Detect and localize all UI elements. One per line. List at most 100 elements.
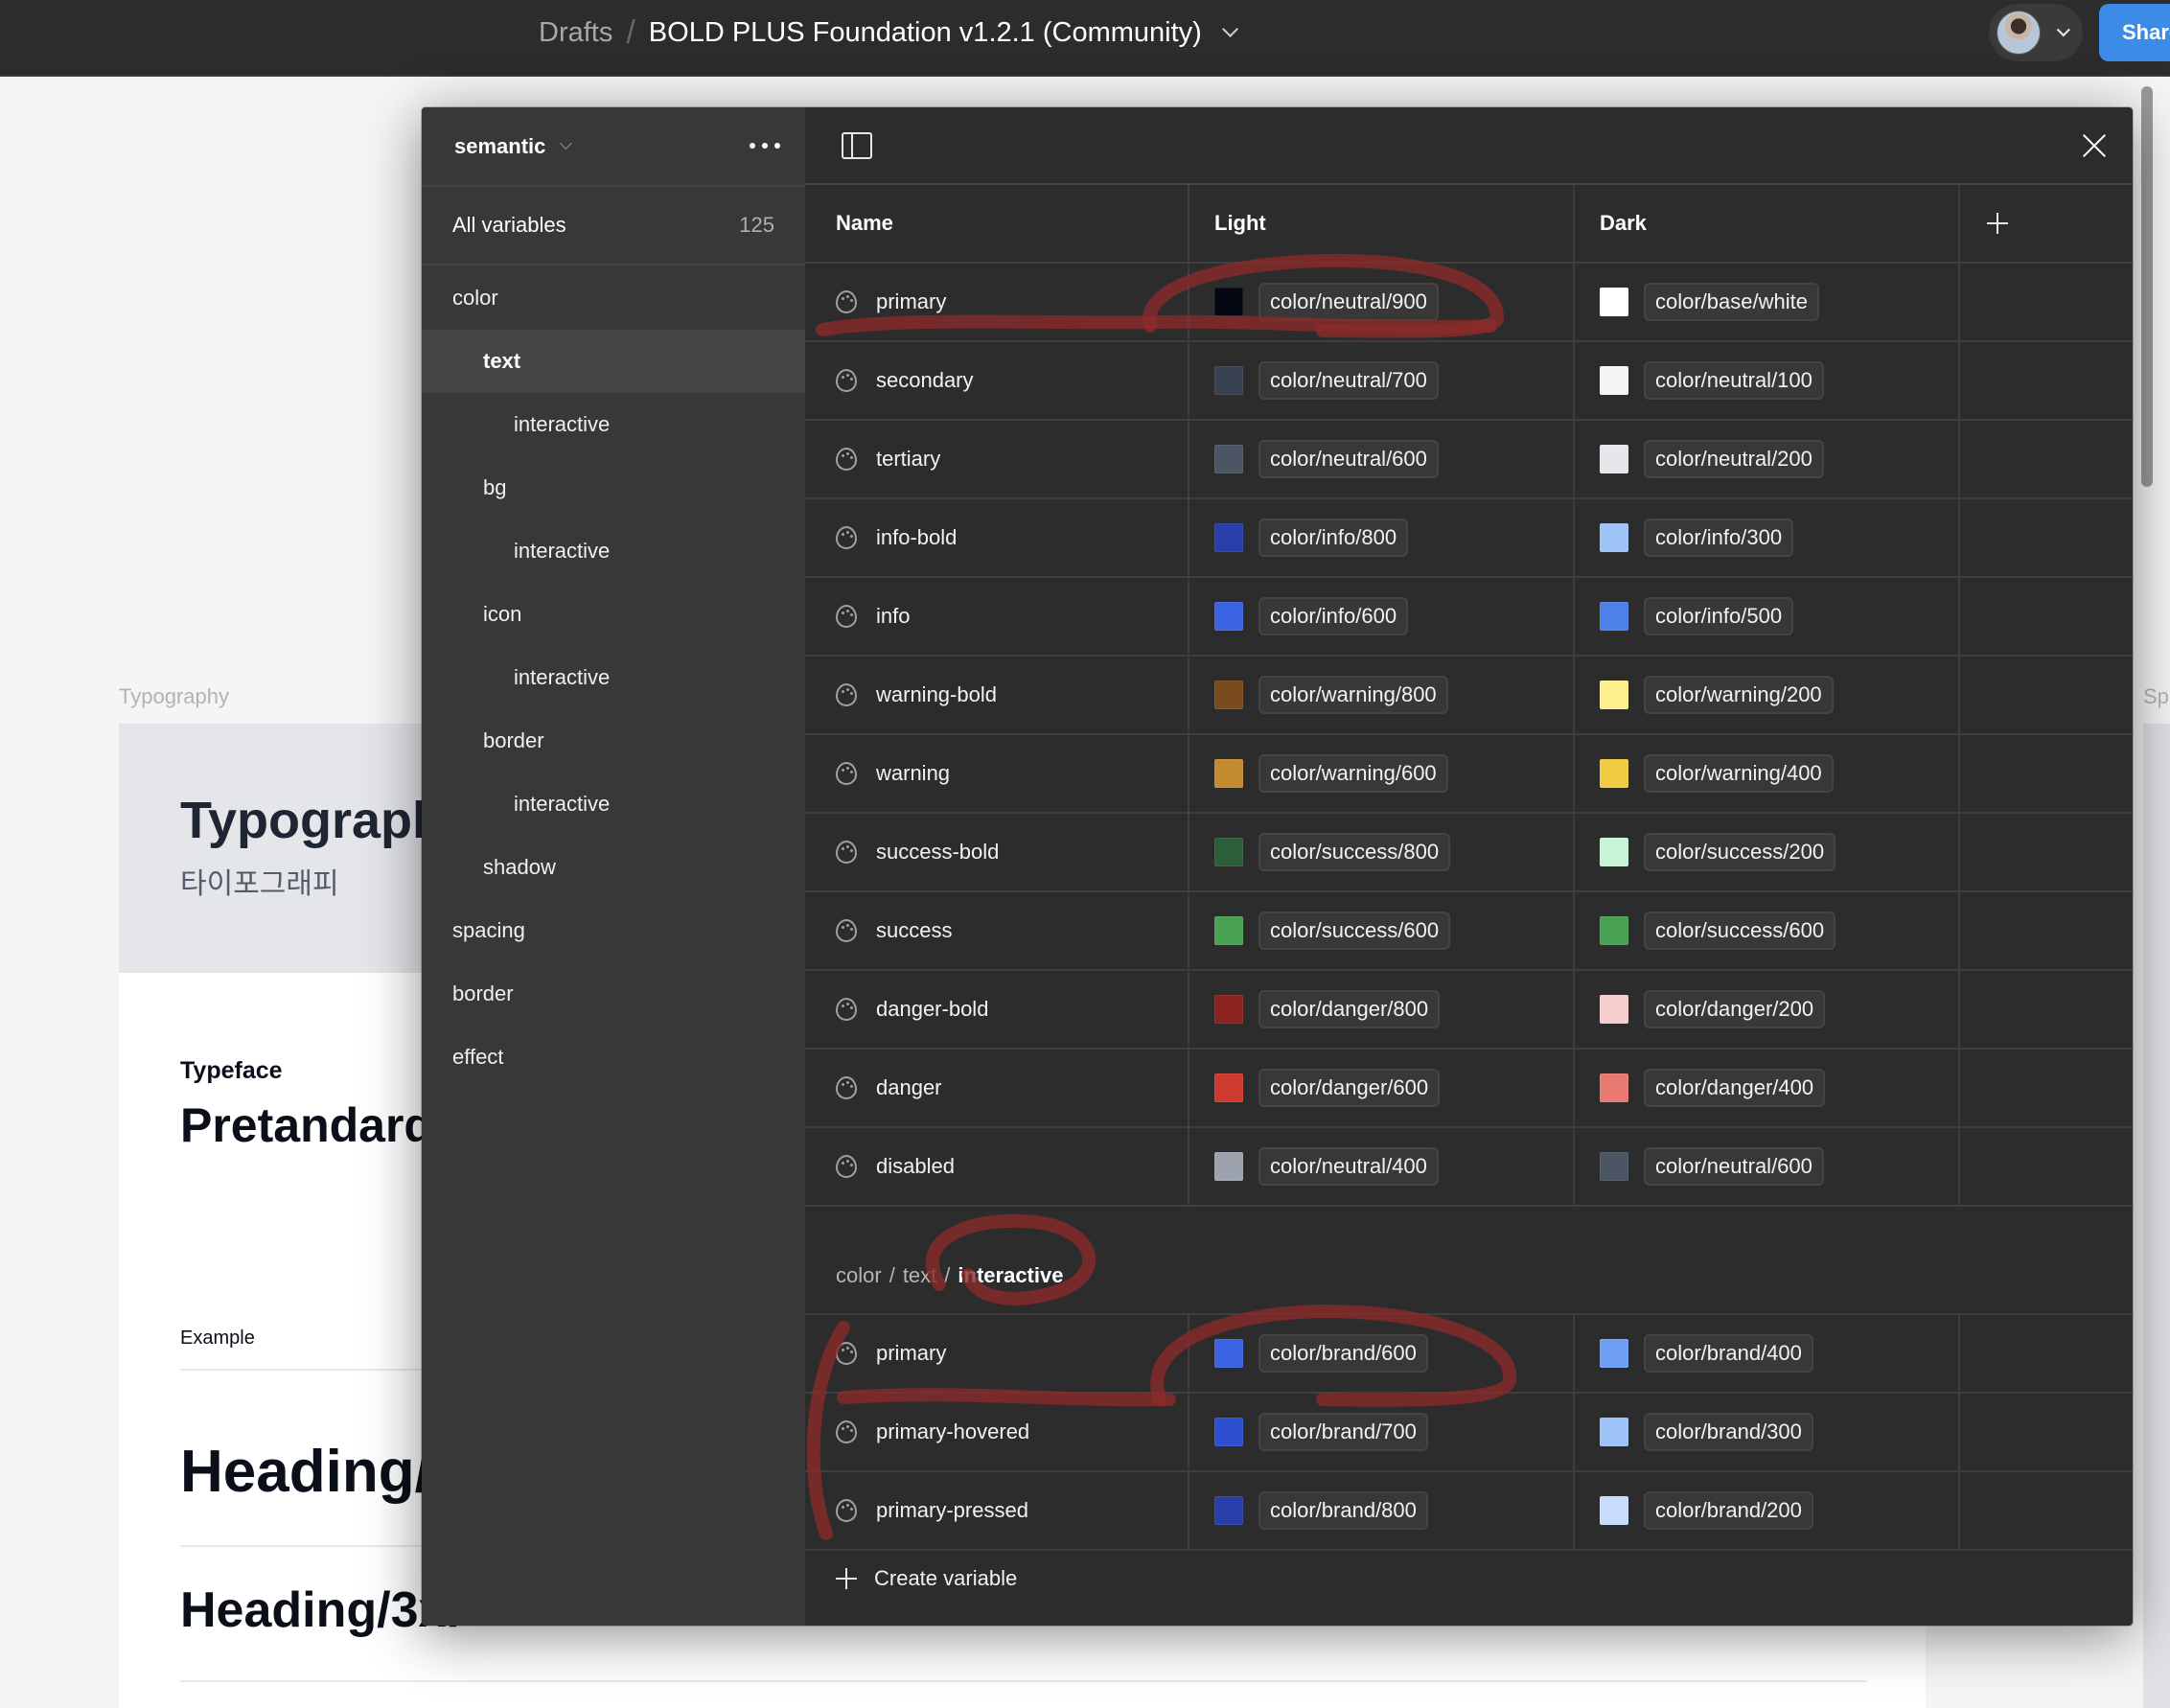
variable-name-cell[interactable]: warning (805, 735, 1189, 812)
variable-row[interactable]: tertiary color/neutral/600 color/neutral/2… (805, 421, 2133, 499)
alias-chip[interactable]: color/neutral/200 (1644, 440, 1824, 478)
alias-chip[interactable]: color/danger/400 (1644, 1069, 1826, 1107)
sidebar-toggle-icon[interactable] (842, 132, 872, 159)
light-value-cell[interactable]: color/neutral/400 (1189, 1128, 1575, 1205)
dark-value-cell[interactable]: color/success/200 (1575, 814, 1960, 890)
variable-name[interactable]: primary-hovered (876, 1419, 1029, 1444)
group-header-part[interactable]: text (903, 1263, 936, 1288)
variable-name-cell[interactable]: primary (805, 264, 1189, 340)
variable-row[interactable]: warning color/warning/600 color/warning/40… (805, 735, 2133, 814)
light-value-cell[interactable]: color/neutral/600 (1189, 421, 1575, 497)
alias-chip[interactable]: color/warning/600 (1258, 754, 1448, 793)
color-swatch[interactable] (1214, 1418, 1243, 1446)
color-swatch[interactable] (1214, 1152, 1243, 1181)
color-swatch[interactable] (1214, 995, 1243, 1024)
tree-item-interactive[interactable]: interactive (422, 519, 805, 583)
variable-row[interactable]: disabled color/neutral/400 color/neutral/6… (805, 1128, 2133, 1207)
color-swatch[interactable] (1600, 995, 1628, 1024)
breadcrumb-drafts-link[interactable]: Drafts (539, 17, 612, 49)
variable-row[interactable]: warning-bold color/warning/800 color/warni… (805, 657, 2133, 735)
dark-value-cell[interactable]: color/brand/300 (1575, 1394, 1960, 1470)
alias-chip[interactable]: color/neutral/600 (1258, 440, 1439, 478)
column-header-light[interactable]: Light (1189, 185, 1575, 262)
light-value-cell[interactable]: color/warning/600 (1189, 735, 1575, 812)
tree-item-border[interactable]: border (422, 962, 805, 1026)
canvas-scrollbar[interactable] (2141, 86, 2153, 487)
tree-item-border[interactable]: border (422, 709, 805, 773)
variable-row[interactable]: secondary color/neutral/700 color/neutral/… (805, 342, 2133, 421)
color-swatch[interactable] (1214, 1496, 1243, 1525)
dark-value-cell[interactable]: color/danger/200 (1575, 971, 1960, 1048)
alias-chip[interactable]: color/neutral/600 (1644, 1147, 1824, 1186)
variable-name-cell[interactable]: primary (805, 1315, 1189, 1392)
color-swatch[interactable] (1214, 1339, 1243, 1368)
variable-row[interactable]: info-bold color/info/800 color/info/300 (805, 499, 2133, 578)
variable-row[interactable]: primary color/neutral/900 color/base/white (805, 264, 2133, 342)
variable-name[interactable]: disabled (876, 1154, 955, 1179)
dark-value-cell[interactable]: color/info/500 (1575, 578, 1960, 655)
color-swatch[interactable] (1214, 602, 1243, 631)
tree-item-spacing[interactable]: spacing (422, 899, 805, 962)
file-title[interactable]: BOLD PLUS Foundation v1.2.1 (Community) (649, 17, 1202, 49)
variable-row[interactable]: success-bold color/success/800 color/succe… (805, 814, 2133, 892)
tree-item-text[interactable]: text (422, 330, 805, 393)
tree-item-color[interactable]: color (422, 266, 805, 330)
alias-chip[interactable]: color/warning/200 (1644, 676, 1834, 714)
alias-chip[interactable]: color/neutral/900 (1258, 283, 1439, 321)
variable-name-cell[interactable]: warning-bold (805, 657, 1189, 733)
alias-chip[interactable]: color/success/200 (1644, 833, 1836, 871)
color-swatch[interactable] (1600, 1073, 1628, 1102)
account-menu-button[interactable] (1989, 4, 2083, 61)
light-value-cell[interactable]: color/warning/800 (1189, 657, 1575, 733)
color-swatch[interactable] (1214, 838, 1243, 866)
alias-chip[interactable]: color/warning/400 (1644, 754, 1834, 793)
variable-name-cell[interactable]: info-bold (805, 499, 1189, 576)
color-swatch[interactable] (1214, 916, 1243, 945)
more-options-button[interactable] (746, 134, 784, 157)
variable-row[interactable]: danger-bold color/danger/800 color/danger/… (805, 971, 2133, 1050)
dark-value-cell[interactable]: color/neutral/200 (1575, 421, 1960, 497)
variable-name-cell[interactable]: info (805, 578, 1189, 655)
chevron-down-icon[interactable] (1221, 20, 1238, 37)
alias-chip[interactable]: color/warning/800 (1258, 676, 1448, 714)
color-swatch[interactable] (1600, 759, 1628, 788)
variable-row[interactable]: success color/success/600 color/success/60… (805, 892, 2133, 971)
light-value-cell[interactable]: color/neutral/700 (1189, 342, 1575, 419)
tree-item-interactive[interactable]: interactive (422, 773, 805, 836)
alias-chip[interactable]: color/brand/700 (1258, 1413, 1428, 1451)
alias-chip[interactable]: color/danger/200 (1644, 990, 1826, 1028)
light-value-cell[interactable]: color/danger/800 (1189, 971, 1575, 1048)
color-swatch[interactable] (1600, 1418, 1628, 1446)
color-swatch[interactable] (1600, 523, 1628, 552)
alias-chip[interactable]: color/info/800 (1258, 519, 1409, 557)
color-swatch[interactable] (1600, 602, 1628, 631)
color-swatch[interactable] (1600, 1339, 1628, 1368)
variable-name-cell[interactable]: success-bold (805, 814, 1189, 890)
variable-row[interactable]: primary color/brand/600 color/brand/400 (805, 1315, 2133, 1394)
alias-chip[interactable]: color/neutral/100 (1644, 361, 1824, 400)
dark-value-cell[interactable]: color/neutral/100 (1575, 342, 1960, 419)
light-value-cell[interactable]: color/success/800 (1189, 814, 1575, 890)
color-swatch[interactable] (1600, 445, 1628, 473)
dark-value-cell[interactable]: color/base/white (1575, 264, 1960, 340)
color-swatch[interactable] (1600, 681, 1628, 709)
collection-dropdown[interactable]: semantic (454, 107, 573, 185)
tree-item-interactive[interactable]: interactive (422, 646, 805, 709)
variable-name-cell[interactable]: disabled (805, 1128, 1189, 1205)
color-swatch[interactable] (1214, 288, 1243, 316)
variable-name-cell[interactable]: danger-bold (805, 971, 1189, 1048)
color-swatch[interactable] (1600, 1496, 1628, 1525)
light-value-cell[interactable]: color/danger/600 (1189, 1050, 1575, 1126)
color-swatch[interactable] (1214, 759, 1243, 788)
frame-label-spacing[interactable]: Sp (2143, 684, 2169, 709)
color-swatch[interactable] (1214, 523, 1243, 552)
variable-name-cell[interactable]: tertiary (805, 421, 1189, 497)
color-swatch[interactable] (1600, 1152, 1628, 1181)
column-header-dark[interactable]: Dark (1575, 185, 1960, 262)
create-variable-button[interactable]: Create variable (836, 1555, 1017, 1603)
light-value-cell[interactable]: color/neutral/900 (1189, 264, 1575, 340)
variable-row[interactable]: danger color/danger/600 color/danger/400 (805, 1050, 2133, 1128)
variable-name-cell[interactable]: secondary (805, 342, 1189, 419)
variable-name[interactable]: warning-bold (876, 682, 997, 707)
dark-value-cell[interactable]: color/danger/400 (1575, 1050, 1960, 1126)
